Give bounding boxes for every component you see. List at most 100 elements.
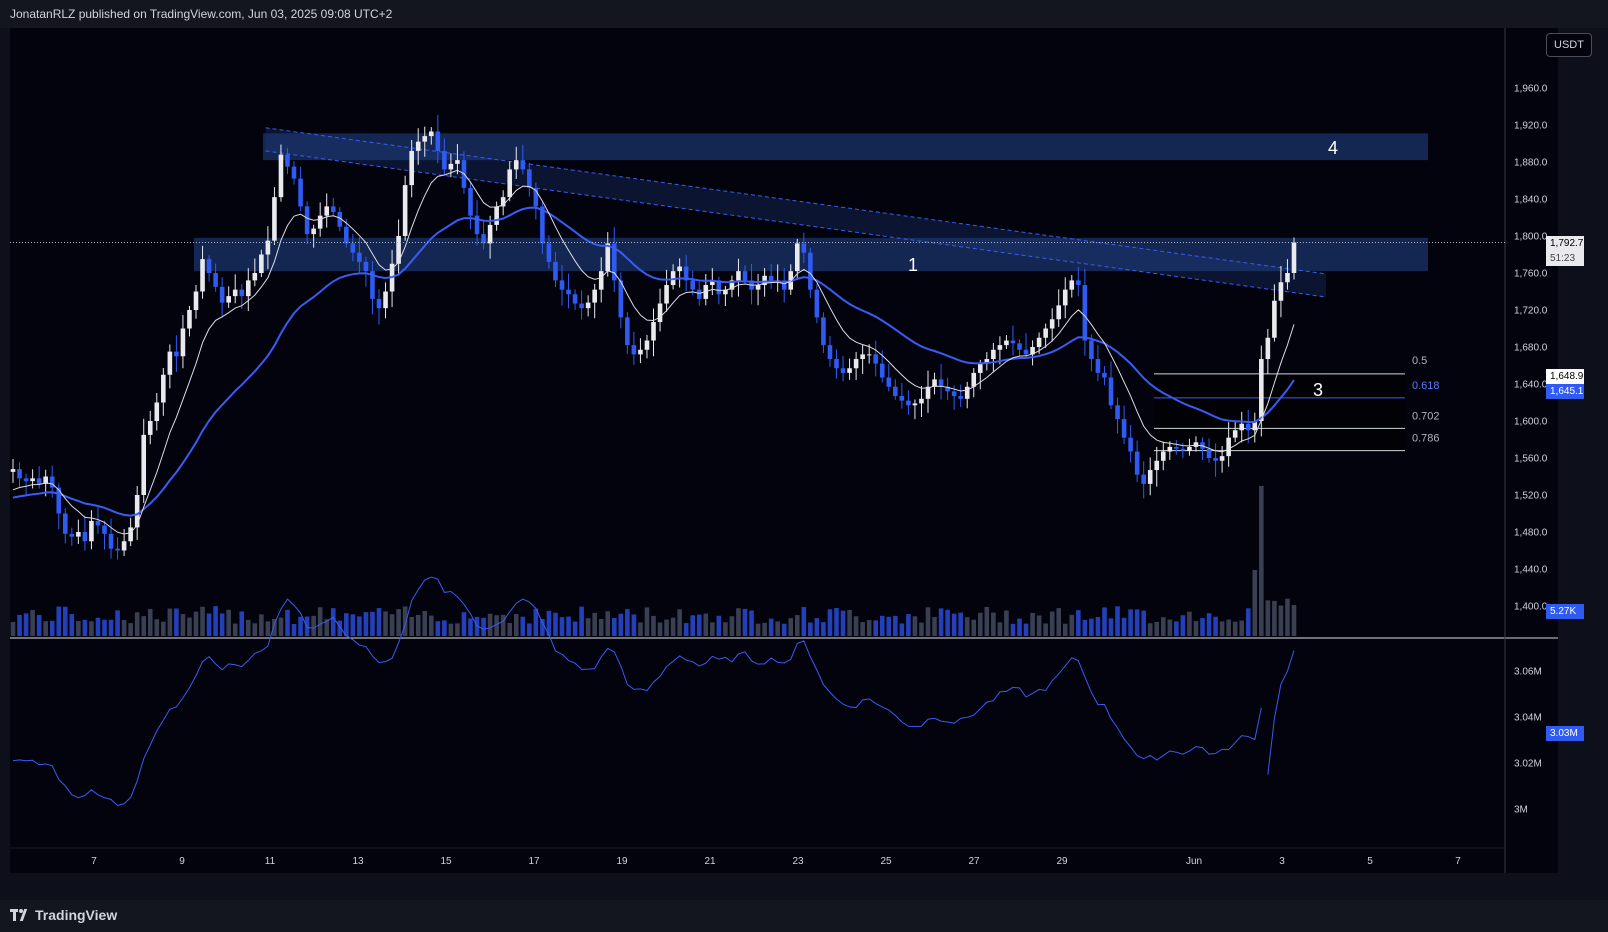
candle-body bbox=[1259, 359, 1264, 421]
fib-label-0.702: 0.702 bbox=[1412, 410, 1440, 422]
volume-bar bbox=[344, 613, 349, 636]
candle-body bbox=[879, 363, 885, 378]
candle-body bbox=[644, 340, 650, 350]
candle-body bbox=[428, 131, 434, 137]
volume-bar bbox=[755, 623, 761, 636]
chart-canvas: 1,960.0 1,920.0 1,880.0 1,840.0 1,800.0 1,760… bbox=[10, 28, 1558, 873]
volume-bar bbox=[1291, 604, 1297, 636]
volume-bar bbox=[1200, 618, 1205, 636]
candle-body bbox=[239, 289, 245, 297]
slow-ma-tag: 1,645.1 bbox=[1546, 384, 1584, 399]
zone-4-label: 4 bbox=[1328, 138, 1338, 158]
candle-body bbox=[317, 215, 323, 229]
candle-body bbox=[232, 289, 238, 297]
volume-bar bbox=[723, 622, 728, 636]
volume-bar bbox=[879, 615, 885, 636]
candle-body bbox=[677, 266, 682, 272]
volume-bar bbox=[1226, 619, 1231, 636]
volume-bar bbox=[775, 621, 780, 636]
volume-bar bbox=[579, 606, 584, 636]
tradingview-logo[interactable]: TradingView bbox=[10, 907, 117, 923]
level-3-label: 3 bbox=[1313, 380, 1323, 400]
volume-bar bbox=[794, 615, 800, 636]
volume-bar bbox=[1219, 621, 1225, 636]
volume-bar bbox=[239, 611, 245, 636]
price-tick-label: 1,880.0 bbox=[1514, 158, 1548, 169]
price-tick-label: 1,760.0 bbox=[1514, 269, 1548, 280]
volume-bar bbox=[991, 612, 996, 636]
candle-body bbox=[134, 495, 140, 528]
volume-bar bbox=[376, 608, 382, 636]
candle-body bbox=[592, 289, 597, 303]
volume-bar bbox=[1174, 621, 1179, 636]
volume-bar bbox=[670, 617, 676, 636]
candle-body bbox=[1180, 448, 1186, 451]
candle-body bbox=[278, 154, 284, 198]
candle-body bbox=[468, 187, 473, 216]
candle-body bbox=[187, 310, 192, 329]
volume-bar bbox=[402, 606, 408, 636]
candle-body bbox=[487, 224, 493, 244]
indicator-tick-label: 3.02M bbox=[1514, 759, 1542, 770]
volume-bar bbox=[893, 615, 898, 636]
candle-body bbox=[1239, 423, 1245, 431]
candle-body bbox=[801, 243, 807, 253]
volume-bar bbox=[827, 609, 833, 636]
volume-bar bbox=[840, 610, 846, 636]
candle-body bbox=[1121, 419, 1127, 438]
volume-bar bbox=[808, 622, 813, 636]
volume-bar bbox=[481, 617, 486, 636]
candle-body bbox=[559, 280, 565, 290]
currency-selector[interactable]: USDT bbox=[1546, 33, 1592, 57]
volume-bar bbox=[781, 623, 787, 636]
volume-bar bbox=[265, 621, 271, 636]
volume-bar bbox=[736, 608, 741, 636]
candle-body bbox=[1245, 423, 1251, 431]
candle-body bbox=[1069, 280, 1075, 290]
volume-bar bbox=[298, 616, 303, 636]
volume-bar bbox=[644, 607, 650, 636]
volume-bar bbox=[703, 613, 709, 636]
volume-bar bbox=[180, 614, 186, 636]
candle-body bbox=[330, 206, 336, 212]
candle-body bbox=[147, 421, 153, 435]
candle-body bbox=[285, 154, 290, 167]
candle-body bbox=[455, 160, 460, 164]
candle-body bbox=[1115, 405, 1120, 420]
candle-body bbox=[1272, 300, 1277, 338]
candle-body bbox=[1278, 282, 1284, 301]
candle-body bbox=[964, 386, 970, 399]
volume-bar bbox=[448, 623, 454, 636]
candle-body bbox=[827, 345, 833, 360]
volume-bar bbox=[1108, 618, 1114, 636]
volume-bar bbox=[971, 619, 977, 636]
candle-body bbox=[808, 252, 813, 290]
candle-body bbox=[141, 434, 147, 495]
volume-bar bbox=[977, 612, 983, 636]
volume-bar bbox=[997, 622, 1003, 636]
candle-body bbox=[736, 271, 741, 281]
candle-body bbox=[415, 141, 421, 151]
candle-body bbox=[1232, 430, 1238, 438]
price-tick-label: 1,840.0 bbox=[1514, 195, 1548, 206]
candle-body bbox=[259, 254, 264, 273]
volume-bar bbox=[285, 609, 290, 636]
candle-body bbox=[36, 478, 42, 484]
volume-bar bbox=[553, 612, 558, 636]
volume-bar bbox=[435, 621, 441, 636]
candle-body bbox=[886, 377, 892, 387]
volume-bar bbox=[1285, 598, 1290, 636]
candle-body bbox=[1193, 442, 1199, 447]
volume-bar bbox=[762, 622, 767, 636]
volume-bar bbox=[598, 619, 604, 636]
indicator-tick-label: 3M bbox=[1514, 805, 1528, 816]
candle-body bbox=[893, 386, 898, 397]
volume-bar bbox=[1206, 613, 1212, 636]
candle-body bbox=[121, 541, 127, 551]
volume-bar bbox=[1213, 616, 1218, 636]
volume-bar bbox=[696, 614, 702, 636]
candle-body bbox=[520, 160, 526, 170]
volume-bar bbox=[36, 615, 42, 636]
candle-body bbox=[200, 259, 205, 292]
candle-body bbox=[546, 243, 552, 262]
